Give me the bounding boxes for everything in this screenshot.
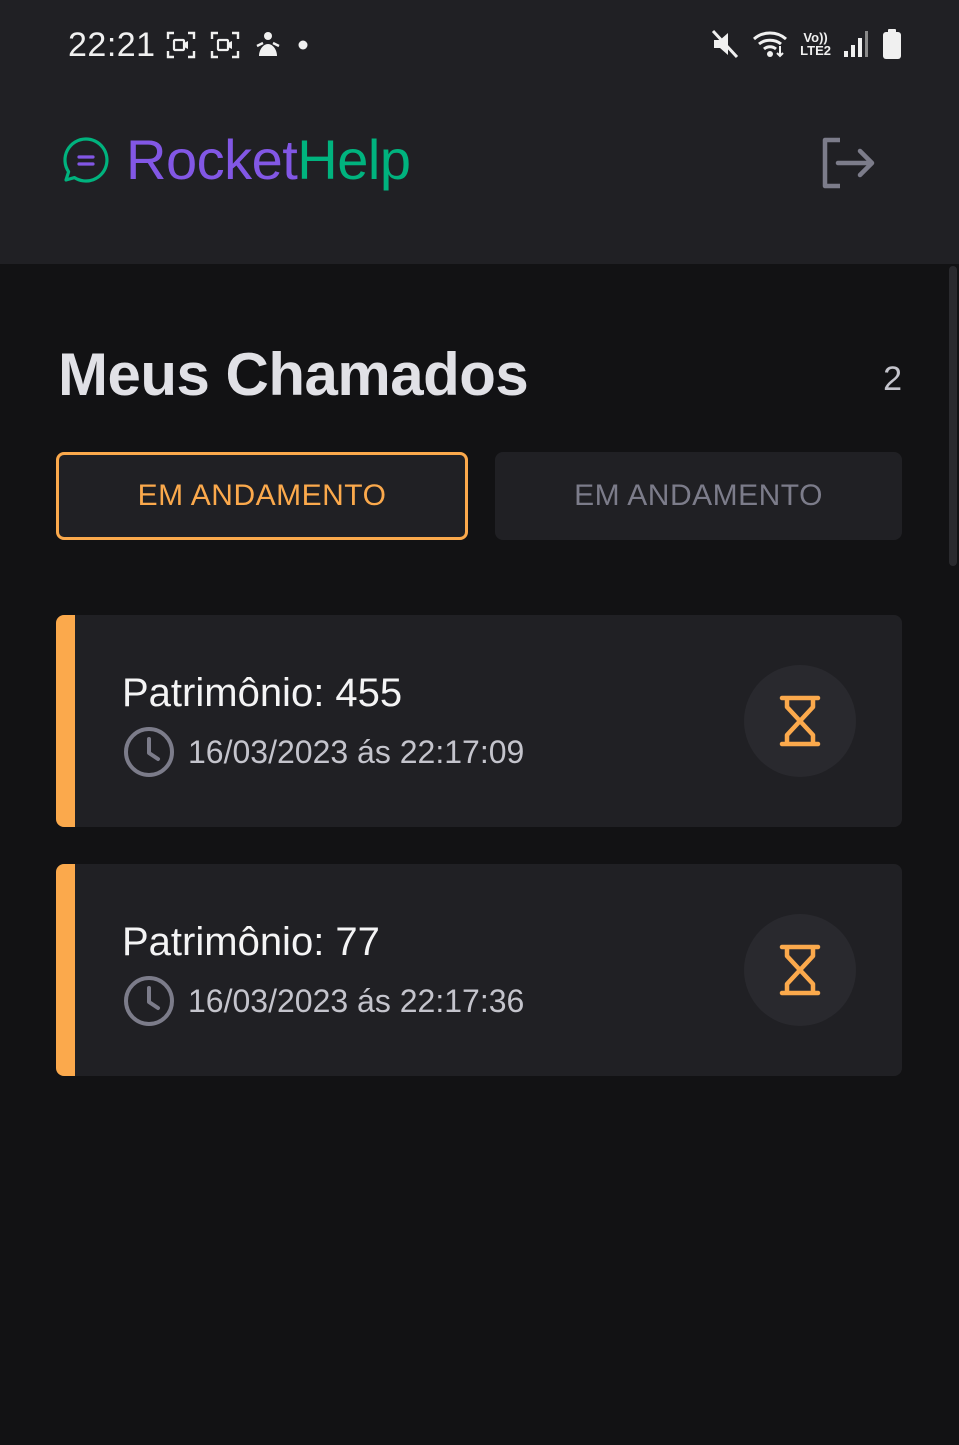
status-notification-icons xyxy=(166,30,310,60)
brand-name-rocket: Rocket xyxy=(126,128,298,191)
logout-icon xyxy=(822,137,875,189)
orders-count: 2 xyxy=(883,360,902,398)
app-screen: 22:21 Vo)) LTE2 RocketHelp Meus Chamados… xyxy=(0,0,959,1445)
hourglass-icon xyxy=(779,695,821,747)
page-title: Meus Chamados xyxy=(58,341,529,408)
hourglass-icon xyxy=(779,944,821,996)
order-card[interactable]: Patrimônio: 77 16/03/2023 ás 22:17:36 xyxy=(56,864,902,1076)
filter-open-button[interactable]: EM ANDAMENTO xyxy=(56,452,468,540)
order-patrimony: Patrimônio: 77 xyxy=(122,920,380,964)
clock-icon xyxy=(124,727,174,777)
order-status-badge xyxy=(744,665,856,777)
brand-name-help: Help xyxy=(297,128,411,191)
order-date-row: 16/03/2023 ás 22:17:09 xyxy=(122,725,524,779)
status-bar: 22:21 Vo)) LTE2 xyxy=(0,0,959,90)
lte-label: LTE2 xyxy=(800,43,831,58)
scrollbar[interactable] xyxy=(949,266,957,566)
battery-icon xyxy=(883,29,901,59)
status-accent-bar xyxy=(56,615,75,827)
status-system-icons: Vo)) LTE2 xyxy=(710,28,903,60)
mute-icon xyxy=(712,29,739,59)
logout-button[interactable] xyxy=(816,134,878,192)
chat-bubble-icon xyxy=(63,137,109,183)
order-status-badge xyxy=(744,914,856,1026)
brand-name: RocketHelp xyxy=(126,128,411,192)
header: 22:21 Vo)) LTE2 RocketHelp xyxy=(0,0,959,264)
clock-icon xyxy=(124,976,174,1026)
status-time: 22:21 xyxy=(68,26,156,64)
order-date-row: 16/03/2023 ás 22:17:36 xyxy=(122,974,524,1028)
order-date: 16/03/2023 ás 22:17:09 xyxy=(188,733,525,770)
order-card[interactable]: Patrimônio: 455 16/03/2023 ás 22:17:09 xyxy=(56,615,902,827)
screen-record-icon xyxy=(166,31,196,59)
more-notifications-dot-icon xyxy=(298,40,308,50)
order-patrimony: Patrimônio: 455 xyxy=(122,671,403,715)
volte-lte-indicator: Vo)) LTE2 xyxy=(800,31,831,57)
order-date: 16/03/2023 ás 22:17:36 xyxy=(188,982,525,1019)
screen-record-icon xyxy=(210,31,240,59)
signal-strength-icon xyxy=(844,31,868,57)
page-title-row: Meus Chamados 2 xyxy=(58,340,902,420)
wifi-icon xyxy=(753,31,788,58)
filter-closed-button[interactable]: EM ANDAMENTO xyxy=(495,452,902,540)
brand-logo: RocketHelp xyxy=(62,128,411,192)
app-notification-icon xyxy=(256,32,280,56)
status-accent-bar xyxy=(56,864,75,1076)
